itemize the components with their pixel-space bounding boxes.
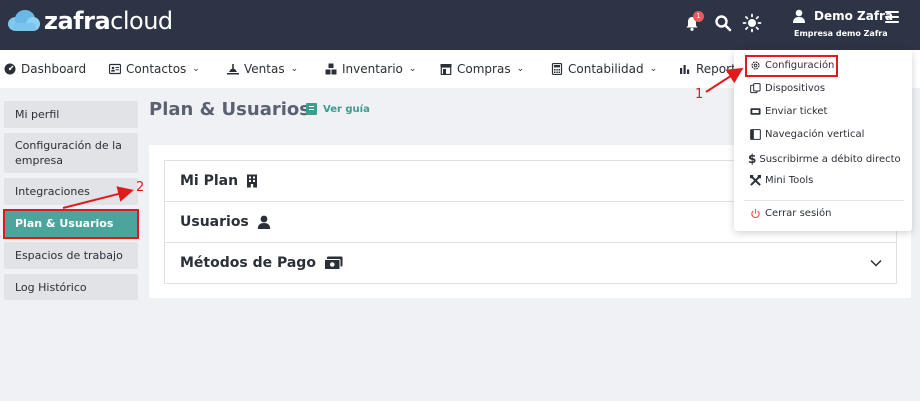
chevron-down-icon: ⌄ <box>649 64 658 74</box>
chevron-down-icon: ⌄ <box>192 64 200 74</box>
book-icon <box>306 103 317 115</box>
chevron-down-icon[interactable] <box>870 259 882 267</box>
building-icon <box>247 174 258 188</box>
theme-toggle-sun-icon[interactable] <box>742 13 762 33</box>
contacts-icon <box>109 63 121 75</box>
notification-badge: 1 <box>693 11 704 22</box>
annotation-number-1: 1 <box>695 87 704 102</box>
sidebar-item-configuracion-empresa[interactable]: Configuración de la empresa <box>4 133 138 173</box>
accordion-metodos-pago[interactable]: Métodos de Pago <box>164 242 897 284</box>
sidebar-item-mi-perfil[interactable]: Mi perfil <box>4 101 138 128</box>
menu-item-suscribirme-debito[interactable]: $ Suscribirme a débito directo <box>748 152 901 166</box>
nav-item-contactos[interactable]: Contactos ⌄ <box>109 50 200 88</box>
dashboard-icon <box>4 63 16 75</box>
money-icon <box>323 256 343 270</box>
sidebar-item-espacios-trabajo[interactable]: Espacios de trabajo <box>4 242 138 269</box>
chevron-down-icon: ⌄ <box>408 64 417 74</box>
menu-divider <box>744 200 904 201</box>
view-guide-link[interactable]: Ver guía <box>306 103 370 115</box>
annotation-box-plan-usuarios <box>3 209 139 239</box>
menu-item-cerrar-sesion[interactable]: Cerrar sesión <box>750 208 831 219</box>
dollar-icon: $ <box>748 152 757 166</box>
page-title: Plan & Usuarios <box>149 99 310 120</box>
inventory-icon <box>325 63 337 75</box>
logo[interactable]: zafracloud <box>6 7 173 35</box>
nav-item-ventas[interactable]: Ventas ⌄ <box>227 50 298 88</box>
chevron-down-icon: ⌄ <box>516 64 525 74</box>
sidebar-item-log-historico[interactable]: Log Histórico <box>4 274 138 300</box>
cloud-logo-icon <box>8 10 40 31</box>
chart-icon <box>680 65 690 74</box>
user-menu-dropdown: Configuración Dispositivos Enviar ticket… <box>734 50 912 231</box>
logo-text: zafracloud <box>44 7 173 35</box>
calculator-icon <box>551 63 563 75</box>
top-bar: zafracloud 1 Demo Zafra Empresa demo Zaf… <box>0 0 920 50</box>
sales-icon <box>227 64 239 75</box>
nav-item-dashboard[interactable]: Dashboard <box>4 50 86 88</box>
ticket-icon <box>750 108 761 115</box>
nav-item-inventario[interactable]: Inventario ⌄ <box>325 50 416 88</box>
sidebar-item-integraciones[interactable]: Integraciones <box>4 178 138 205</box>
annotation-number-2: 2 <box>136 180 145 195</box>
menu-item-enviar-ticket[interactable]: Enviar ticket <box>750 106 827 117</box>
nav-item-compras[interactable]: Compras ⌄ <box>440 50 524 88</box>
notifications-button[interactable]: 1 <box>684 11 704 34</box>
company-name: Empresa demo Zafra <box>794 29 888 38</box>
chevron-down-icon: ⌄ <box>290 64 299 74</box>
nav-item-contabilidad[interactable]: Contabilidad ⌄ <box>551 50 657 88</box>
devices-icon <box>750 83 761 94</box>
store-icon <box>440 64 452 75</box>
menu-item-navegacion-vertical[interactable]: Navegación vertical <box>750 129 864 140</box>
user-name[interactable]: Demo Zafra <box>814 9 893 23</box>
tools-icon <box>750 175 761 186</box>
menu-item-dispositivos[interactable]: Dispositivos <box>750 83 825 94</box>
layout-icon <box>750 129 761 140</box>
menu-item-mini-tools[interactable]: Mini Tools <box>750 175 813 186</box>
power-icon <box>751 208 760 219</box>
search-icon[interactable] <box>714 14 732 32</box>
hamburger-menu-icon[interactable] <box>885 11 899 23</box>
user-icon <box>257 215 270 229</box>
annotation-box-configuracion <box>745 55 838 77</box>
user-avatar-icon[interactable] <box>792 9 806 23</box>
